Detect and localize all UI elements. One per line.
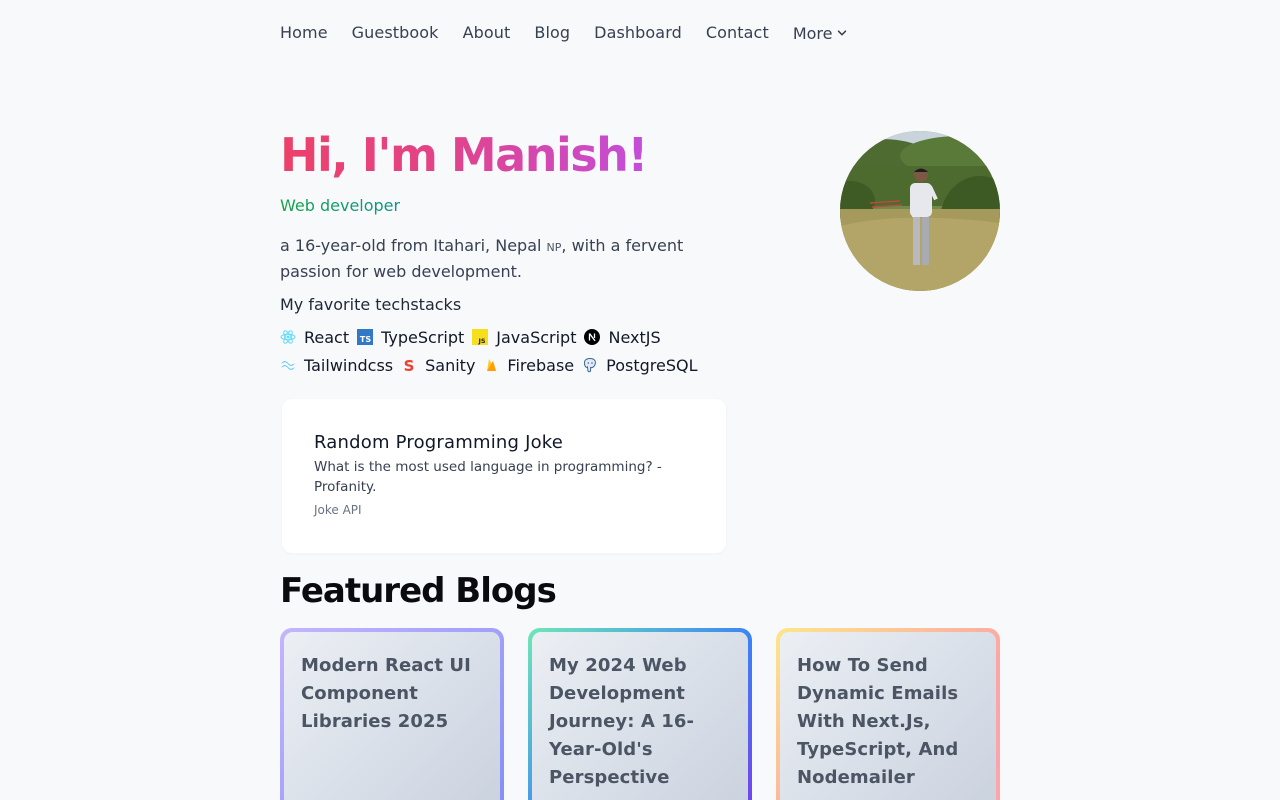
joke-card: Random Programming Joke What is the most…	[282, 399, 726, 553]
hero-title: Hi, I'm Manish!	[280, 124, 648, 186]
tech-firebase: Firebase	[483, 354, 574, 376]
blog-card[interactable]: Modern React UI Component Libraries 2025	[280, 628, 504, 800]
nav-home[interactable]: Home	[280, 20, 328, 46]
tech-label: Tailwindcss	[304, 355, 394, 375]
joke-title: Random Programming Joke	[314, 432, 564, 453]
top-nav: Home Guestbook About Blog Dashboard Cont…	[280, 20, 847, 46]
nav-more-label: More	[792, 23, 833, 43]
sanity-icon: S	[401, 357, 417, 373]
blog-card-body: How To Send Dynamic Emails With Next.Js,…	[780, 632, 996, 800]
nav-dashboard[interactable]: Dashboard	[594, 20, 682, 46]
profile-photo	[840, 131, 1000, 291]
featured-blogs-list: Modern React UI Component Libraries 2025…	[280, 628, 1000, 800]
techstack-list: React TS TypeScript JS JavaScript NextJS…	[280, 326, 730, 376]
svg-text:S: S	[404, 357, 415, 373]
nav-blog[interactable]: Blog	[534, 20, 570, 46]
postgresql-icon	[582, 357, 598, 373]
react-icon	[280, 329, 296, 345]
blog-card-title: My 2024 Web Development Journey: A 16-Ye…	[549, 655, 695, 788]
blog-card-body: My 2024 Web Development Journey: A 16-Ye…	[532, 632, 748, 800]
joke-source: Joke API	[314, 503, 362, 517]
blog-card-body: Modern React UI Component Libraries 2025	[284, 632, 500, 800]
hero-role: Web developer	[280, 196, 401, 215]
tech-label: React	[304, 327, 350, 347]
tech-typescript: TS TypeScript	[357, 326, 464, 348]
tech-label: JavaScript	[496, 327, 577, 347]
tech-sanity: S Sanity	[401, 354, 476, 376]
tech-label: PostgreSQL	[606, 355, 698, 375]
tech-label: Firebase	[507, 355, 575, 375]
techstack-heading: My favorite techstacks	[280, 295, 462, 314]
svg-text:TS: TS	[360, 335, 371, 344]
svg-text:JS: JS	[478, 337, 486, 345]
joke-text: What is the most used language in progra…	[314, 459, 662, 495]
tech-postgresql: PostgreSQL	[582, 354, 698, 376]
blog-card-title: How To Send Dynamic Emails With Next.Js,…	[797, 655, 959, 788]
tech-nextjs: NextJS	[584, 326, 661, 348]
avatar	[840, 131, 1000, 291]
tech-label: TypeScript	[381, 327, 465, 347]
country-code: NP	[546, 241, 562, 254]
tech-tailwind: Tailwindcss	[280, 354, 393, 376]
blog-card-title: Modern React UI Component Libraries 2025	[301, 655, 471, 732]
nav-more-dropdown[interactable]: More	[793, 24, 847, 43]
tailwind-icon	[280, 357, 296, 373]
hero-bio: a 16-year-old from Itahari, Nepal NP, wi…	[280, 234, 710, 284]
nav-about[interactable]: About	[463, 20, 511, 46]
nav-contact[interactable]: Contact	[706, 20, 769, 46]
tech-javascript: JS JavaScript	[472, 326, 576, 348]
blog-card[interactable]: How To Send Dynamic Emails With Next.Js,…	[776, 628, 1000, 800]
tech-label: NextJS	[608, 327, 661, 347]
chevron-down-icon	[837, 30, 846, 36]
nextjs-icon	[584, 329, 601, 345]
nav-guestbook[interactable]: Guestbook	[352, 20, 439, 46]
bio-text-start: a 16-year-old from Itahari, Nepal	[280, 236, 547, 255]
blog-card[interactable]: My 2024 Web Development Journey: A 16-Ye…	[528, 628, 752, 800]
firebase-icon	[483, 357, 499, 373]
featured-blogs-heading: Featured Blogs	[280, 571, 557, 611]
javascript-icon: JS	[472, 329, 489, 345]
tech-label: Sanity	[425, 355, 476, 375]
page: Home Guestbook About Blog Dashboard Cont…	[0, 0, 1280, 800]
typescript-icon: TS	[357, 329, 374, 345]
tech-react: React	[280, 326, 349, 348]
